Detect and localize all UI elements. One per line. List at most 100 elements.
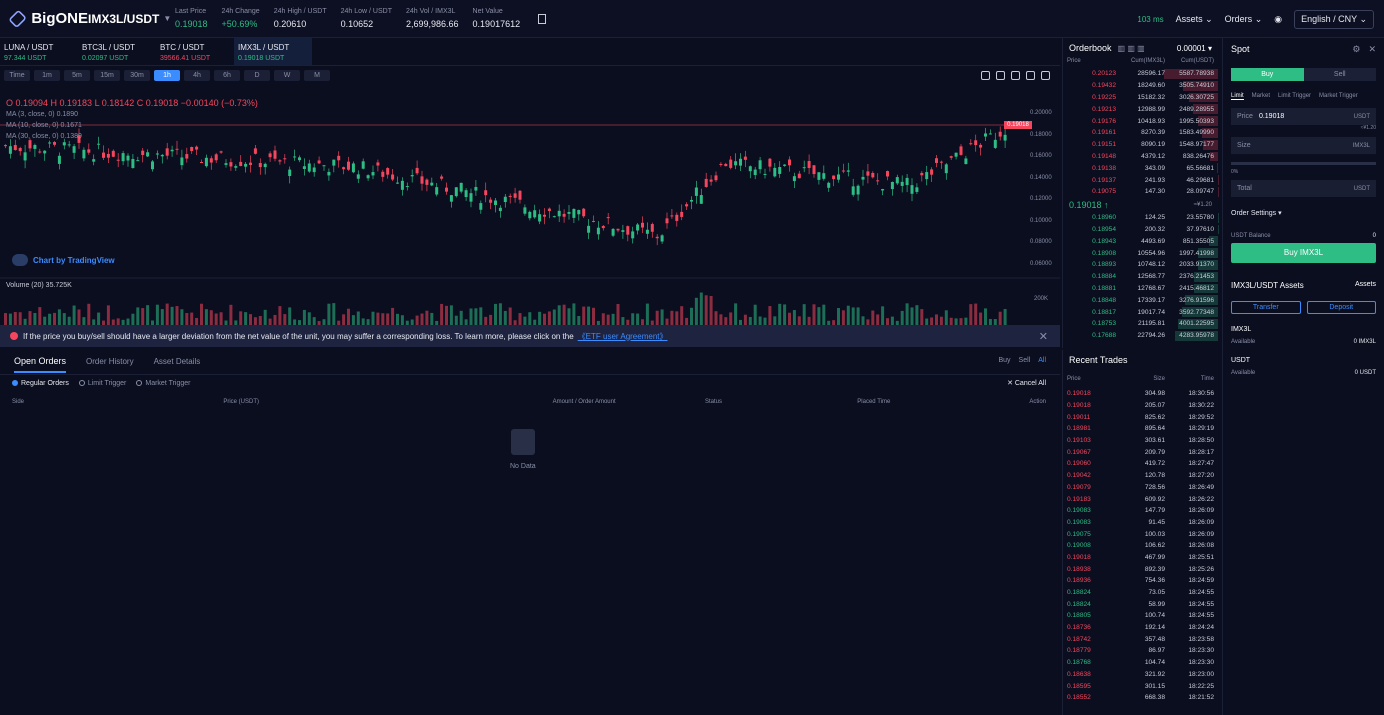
orderbook-row[interactable]: 0.19432 18249.60 3505.74910 bbox=[1063, 80, 1218, 92]
orderbook-row[interactable]: 0.19213 12988.99 2489.28955 bbox=[1063, 103, 1218, 115]
candle-body bbox=[670, 215, 674, 217]
trade-size: 192.14 bbox=[1144, 624, 1165, 632]
side-filter[interactable]: Sell bbox=[1019, 357, 1031, 364]
order-type-tab[interactable]: Limit Trigger bbox=[1278, 93, 1311, 99]
orderbook-row[interactable]: 0.19138 343.09 65.56681 bbox=[1063, 162, 1218, 174]
assets-menu[interactable]: Assets ⌄ bbox=[1176, 14, 1213, 25]
orderbook-row[interactable]: 0.17688 22794.26 4283.95978 bbox=[1063, 330, 1218, 342]
side-filter[interactable]: All bbox=[1038, 357, 1046, 364]
volume-bar bbox=[459, 310, 463, 325]
orderbook-row[interactable]: 0.18753 21195.81 4001.22595 bbox=[1063, 318, 1218, 330]
user-icon[interactable]: ◉ bbox=[1274, 14, 1282, 25]
close-icon[interactable]: ✕ bbox=[1368, 44, 1376, 55]
transfer-button[interactable]: Transfer bbox=[1231, 301, 1301, 314]
volume-bar bbox=[263, 309, 267, 325]
candle-body bbox=[435, 187, 439, 195]
volume-bar bbox=[538, 311, 542, 325]
orderbook-row[interactable]: 0.19151 8090.19 1548.97177 bbox=[1063, 139, 1218, 151]
orderbook-row[interactable]: 0.18960 124.25 23.55780 bbox=[1063, 212, 1218, 224]
total-field[interactable]: Total USDT bbox=[1231, 180, 1376, 197]
orders-menu[interactable]: Orders ⌄ bbox=[1225, 14, 1263, 25]
orderbook-row[interactable]: 0.19161 8270.39 1583.49990 bbox=[1063, 127, 1218, 139]
volume-bar bbox=[479, 307, 483, 325]
orderbook-row[interactable]: 0.18893 10748.12 2033.91370 bbox=[1063, 259, 1218, 271]
volume-bar bbox=[381, 313, 385, 325]
amount-slider[interactable] bbox=[1231, 162, 1376, 165]
order-type-tab[interactable]: Market Trigger bbox=[1319, 93, 1358, 99]
candlestick-chart[interactable] bbox=[0, 38, 1060, 325]
order-settings-toggle[interactable]: Order Settings ▾ bbox=[1231, 209, 1376, 221]
order-type-radio[interactable]: Regular Orders bbox=[12, 380, 69, 387]
buy-tab[interactable]: Buy bbox=[1231, 68, 1304, 81]
etf-agreement-link[interactable]: 《ETF user Agreement》 bbox=[578, 331, 668, 342]
side-filter[interactable]: Buy bbox=[998, 357, 1010, 364]
volume-bar bbox=[391, 307, 395, 325]
language-selector[interactable]: English / CNY ⌄ bbox=[1294, 9, 1374, 29]
volume-bar bbox=[48, 313, 52, 325]
order-type-tab[interactable]: Market bbox=[1252, 93, 1270, 99]
settings-icon[interactable]: ⚙ bbox=[1352, 44, 1360, 55]
price-axis-tick: 0.12000 bbox=[1030, 196, 1052, 202]
volume-bar bbox=[645, 303, 649, 325]
cancel-all-button[interactable]: ✕ Cancel All bbox=[1007, 379, 1046, 387]
trade-price: 0.19018 bbox=[1067, 553, 1091, 561]
orderbook-row[interactable]: 0.19137 241.93 46.29681 bbox=[1063, 174, 1218, 186]
orderbook-row[interactable]: 0.18848 17339.17 3276.91596 bbox=[1063, 294, 1218, 306]
orderbook-row[interactable]: 0.18954 200.32 37.97610 bbox=[1063, 224, 1218, 236]
orderbook-row[interactable]: 0.19176 10418.93 1995.50393 bbox=[1063, 115, 1218, 127]
deposit-button[interactable]: Deposit bbox=[1306, 301, 1376, 314]
orderbook-view-icons[interactable]: ▥ ▥ ▥ bbox=[1118, 44, 1145, 53]
assets-link[interactable]: Assets bbox=[1355, 281, 1376, 293]
orderbook-cum-base: 12568.77 bbox=[1137, 273, 1165, 281]
orderbook-cum-quote: 37.97610 bbox=[1186, 225, 1214, 233]
candle-body bbox=[298, 157, 301, 161]
candle-body bbox=[572, 208, 576, 218]
document-icon[interactable] bbox=[538, 13, 547, 24]
orderbook-price: 0.18881 bbox=[1092, 284, 1116, 292]
candle-body bbox=[151, 161, 154, 170]
size-field[interactable]: Size IMX3L bbox=[1231, 137, 1376, 154]
orderbook-row[interactable]: 0.20123 28596.17 5587.78938 bbox=[1063, 68, 1218, 80]
precision-selector[interactable]: 0.00001 ▾ bbox=[1177, 44, 1212, 53]
candle-body bbox=[445, 187, 448, 192]
close-icon[interactable]: ✕ bbox=[1039, 330, 1048, 343]
radio-icon bbox=[78, 379, 85, 386]
candle-body bbox=[82, 149, 86, 159]
order-tab[interactable]: Open Orders bbox=[14, 350, 67, 373]
candle-body bbox=[675, 214, 679, 221]
candle-body bbox=[190, 147, 194, 152]
volume-bar bbox=[180, 309, 184, 325]
order-tab[interactable]: Order History bbox=[86, 357, 134, 366]
volume-bar bbox=[175, 306, 179, 325]
balance-label: USDT Balance bbox=[1231, 233, 1271, 239]
order-type-radio[interactable]: Market Trigger bbox=[136, 380, 191, 387]
volume-bar bbox=[979, 312, 983, 325]
orderbook-row[interactable]: 0.19075 147.30 28.09747 bbox=[1063, 186, 1218, 198]
orderbook-cum-base: 147.30 bbox=[1144, 188, 1165, 196]
orderbook-row[interactable]: 0.18884 12568.77 2376.21453 bbox=[1063, 271, 1218, 283]
candle-body bbox=[773, 167, 777, 177]
tradingview-badge[interactable]: Chart by TradingView bbox=[12, 254, 115, 266]
candle-body bbox=[557, 210, 561, 217]
candle-body bbox=[846, 170, 850, 172]
candle-body bbox=[606, 217, 610, 219]
sell-tab[interactable]: Sell bbox=[1303, 68, 1376, 81]
order-type-tab[interactable]: Limit bbox=[1231, 93, 1244, 100]
order-type-radio[interactable]: Limit Trigger bbox=[78, 379, 127, 387]
orderbook-row[interactable]: 0.18943 4493.69 851.35505 bbox=[1063, 235, 1218, 247]
buy-imx3l-button[interactable]: Buy IMX3L bbox=[1231, 243, 1376, 263]
radio-label: Limit Trigger bbox=[87, 379, 127, 387]
orderbook-row[interactable]: 0.18908 10554.96 1997.41998 bbox=[1063, 247, 1218, 259]
order-tab[interactable]: Asset Details bbox=[154, 357, 201, 366]
orderbook-row[interactable]: 0.19148 4379.12 838.26476 bbox=[1063, 151, 1218, 163]
orderbook-row[interactable]: 0.19225 15182.32 3026.30725 bbox=[1063, 92, 1218, 104]
orderbook-row[interactable]: 0.18817 19017.74 3592.77348 bbox=[1063, 306, 1218, 318]
orderbook-row[interactable]: 0.18881 12768.67 2415.46812 bbox=[1063, 283, 1218, 295]
price-field[interactable]: Price 0.19018 USDT bbox=[1231, 108, 1376, 125]
volume-bar bbox=[239, 311, 243, 325]
orderbook-cum-base: 17339.17 bbox=[1137, 296, 1165, 304]
candle-body bbox=[690, 199, 693, 202]
brand-logo[interactable]: BigONE bbox=[8, 9, 88, 28]
pair-selector[interactable]: IMX3L/USDT ▼ bbox=[88, 12, 171, 26]
volume-bar bbox=[616, 303, 620, 325]
